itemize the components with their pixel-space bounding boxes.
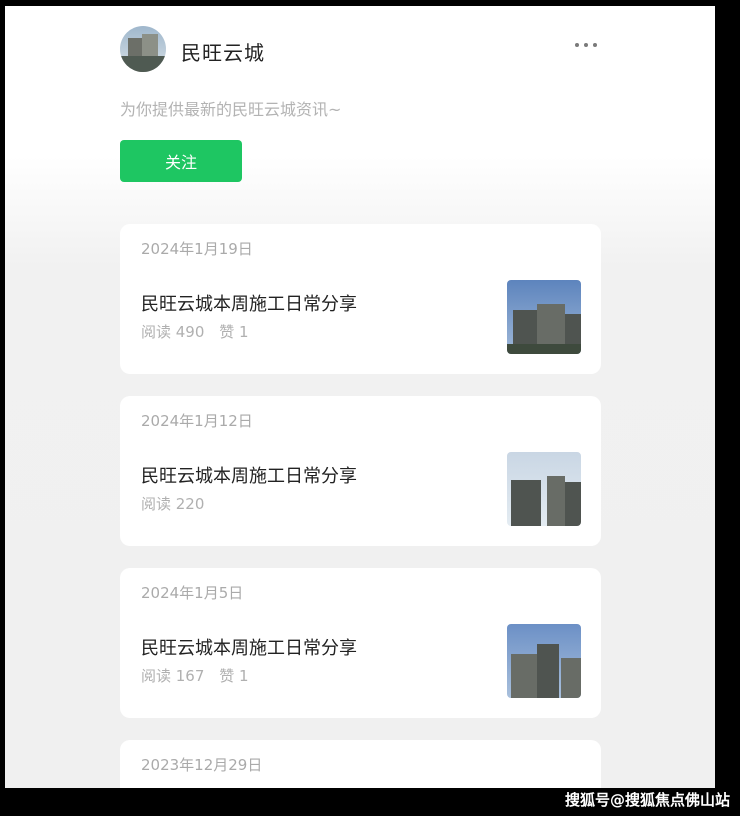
article-date: 2024年1月12日 bbox=[141, 412, 253, 430]
thumbnail-building-shape bbox=[561, 658, 581, 698]
account-avatar[interactable] bbox=[120, 26, 166, 72]
thumbnail-building-shape bbox=[511, 654, 537, 698]
article-card[interactable]: 2024年1月5日 民旺云城本周施工日常分享 阅读 167 赞 1 bbox=[120, 568, 601, 718]
article-meta: 阅读 167 赞 1 bbox=[141, 665, 249, 686]
account-description: 为你提供最新的民旺云城资讯~ bbox=[120, 100, 342, 119]
thumbnail-building-shape bbox=[547, 476, 565, 526]
read-count: 阅读 167 bbox=[141, 667, 205, 685]
article-thumbnail[interactable] bbox=[507, 452, 581, 526]
thumbnail-ground-shape bbox=[507, 344, 581, 354]
more-icon[interactable] bbox=[575, 40, 597, 50]
article-title[interactable]: 民旺云城本周施工日常分享 bbox=[141, 290, 357, 316]
avatar-ground-shape bbox=[120, 56, 166, 72]
article-card[interactable]: 2024年1月12日 民旺云城本周施工日常分享 阅读 220 bbox=[120, 396, 601, 546]
article-meta: 阅读 220 bbox=[141, 493, 204, 514]
article-meta: 阅读 490 赞 1 bbox=[141, 321, 249, 342]
like-count: 赞 1 bbox=[219, 667, 249, 685]
official-account-page: 民旺云城 为你提供最新的民旺云城资讯~ 关注 2024年1月19日 民旺云城本周… bbox=[5, 6, 715, 788]
like-count: 赞 1 bbox=[219, 323, 249, 341]
article-date: 2024年1月19日 bbox=[141, 240, 253, 258]
thumbnail-building-shape bbox=[537, 644, 559, 698]
thumbnail-building-shape bbox=[565, 482, 581, 526]
account-name: 民旺云城 bbox=[181, 41, 265, 65]
article-thumbnail[interactable] bbox=[507, 624, 581, 698]
article-date: 2023年12月29日 bbox=[141, 756, 263, 774]
more-dot bbox=[584, 43, 588, 47]
article-title[interactable]: 民旺云城本周施工日常分享 bbox=[141, 634, 357, 660]
read-count: 阅读 490 bbox=[141, 323, 205, 341]
article-card[interactable]: 2024年1月19日 民旺云城本周施工日常分享 阅读 490 赞 1 bbox=[120, 224, 601, 374]
article-thumbnail[interactable] bbox=[507, 280, 581, 354]
more-dot bbox=[593, 43, 597, 47]
read-count: 阅读 220 bbox=[141, 495, 205, 513]
thumbnail-building-shape bbox=[511, 480, 541, 526]
watermark-text: 搜狐号@搜狐焦点佛山站 bbox=[564, 791, 730, 809]
article-date: 2024年1月5日 bbox=[141, 584, 244, 602]
more-dot bbox=[575, 43, 579, 47]
article-title[interactable]: 民旺云城本周施工日常分享 bbox=[141, 462, 357, 488]
follow-button[interactable]: 关注 bbox=[120, 140, 242, 182]
article-card[interactable]: 2023年12月29日 bbox=[120, 740, 601, 788]
